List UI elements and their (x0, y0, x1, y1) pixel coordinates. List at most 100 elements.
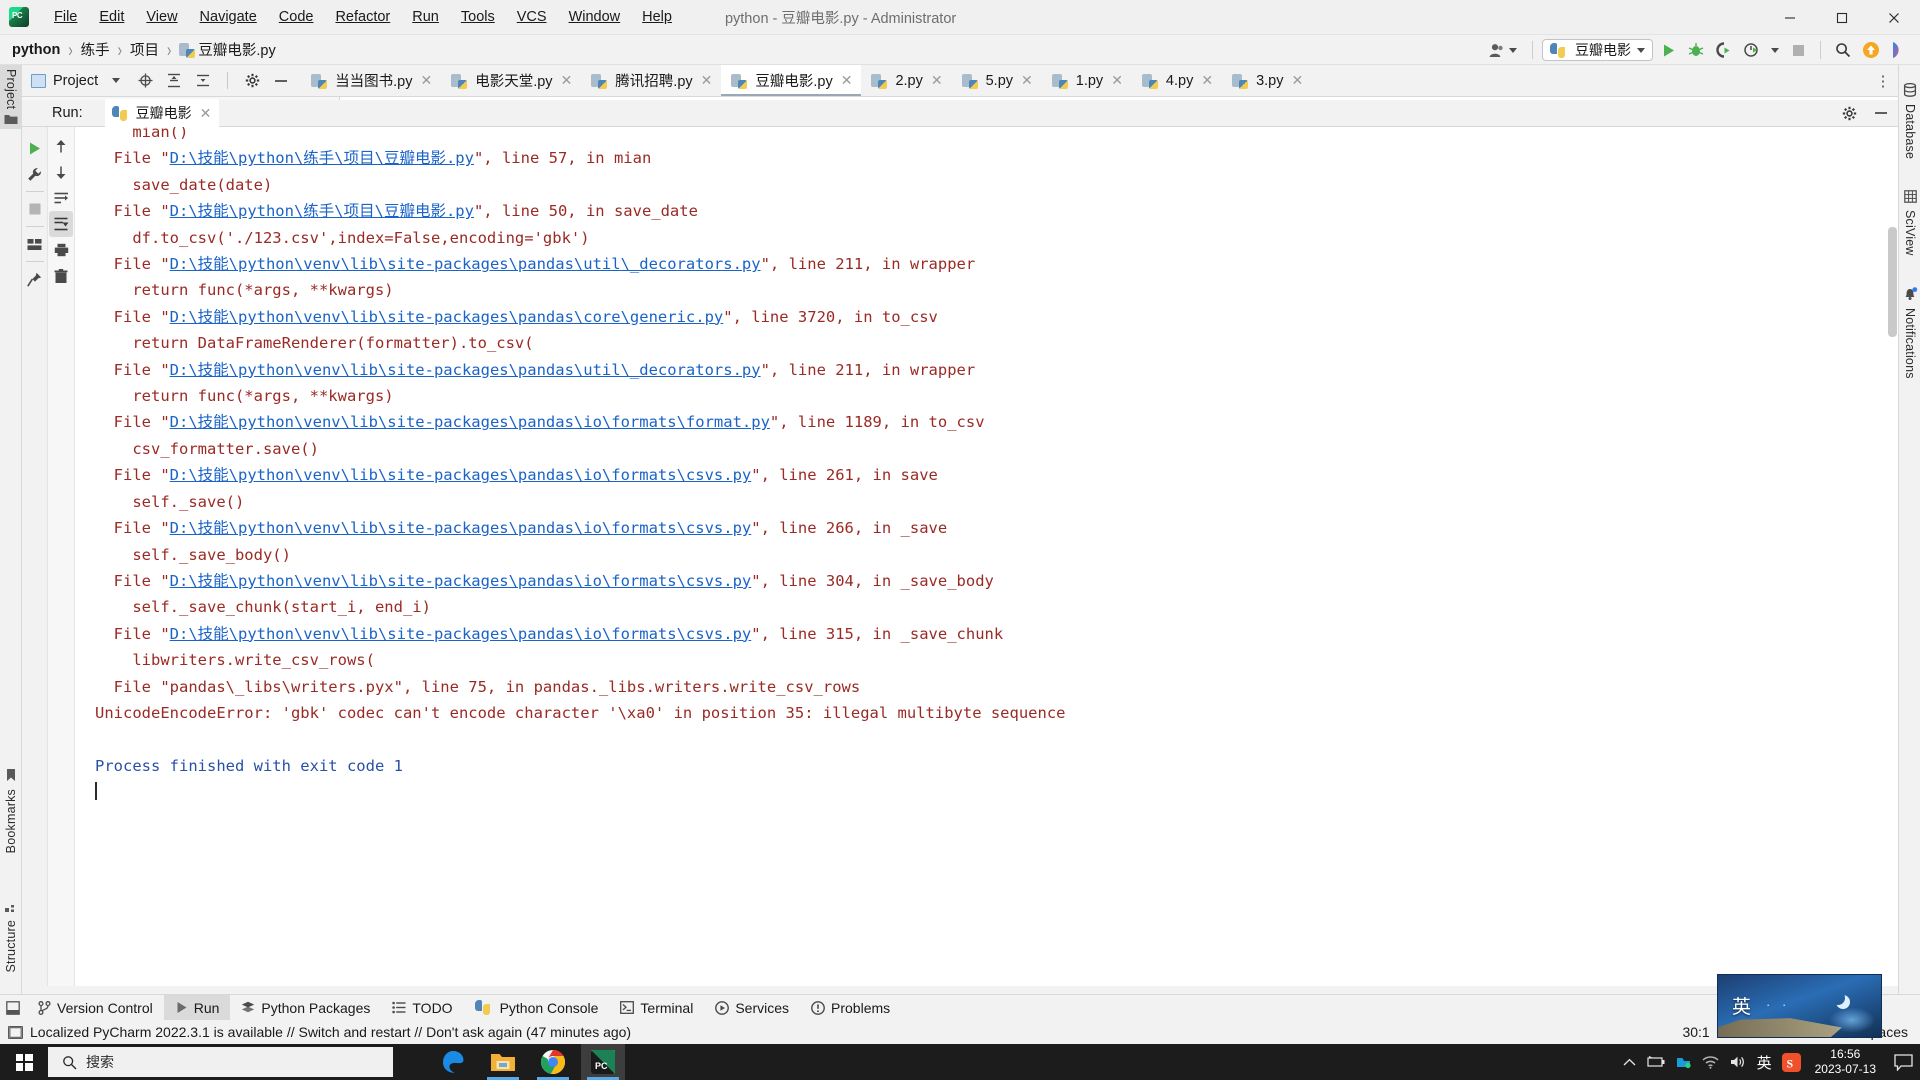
hide-run-panel-button[interactable] (1870, 102, 1892, 124)
tab-close-icon[interactable]: ✕ (931, 72, 943, 89)
taskbar-app-pycharm[interactable]: PC (581, 1044, 625, 1080)
pin-tab-button[interactable] (23, 266, 47, 292)
action-center-button[interactable] (1886, 1044, 1920, 1080)
menu-help[interactable]: Help (631, 5, 683, 29)
sidebar-item-notifications[interactable]: Notifications (1899, 287, 1920, 383)
tray-wifi-button[interactable] (1697, 1044, 1724, 1080)
close-button[interactable] (1868, 0, 1920, 35)
sidebar-item-database[interactable]: Database (1899, 83, 1920, 163)
editor-tab-dangdang[interactable]: 当当图书.py ✕ (301, 65, 441, 96)
console-file-link[interactable]: D:\技能\python\练手\项目\豆瓣电影.py (170, 202, 474, 220)
breadcrumb-lianshou[interactable]: 练手 (81, 39, 110, 60)
editor-tab-1py[interactable]: 1.py ✕ (1042, 65, 1132, 96)
scroll-to-end-button[interactable] (49, 211, 73, 237)
edit-configurations-button[interactable] (23, 161, 47, 187)
menu-view[interactable]: View (135, 5, 188, 29)
profile-caret-icon[interactable] (1771, 47, 1779, 53)
notification-icon[interactable] (8, 1025, 23, 1039)
project-dropdown-icon[interactable] (105, 70, 127, 92)
bottom-tab-version-control[interactable]: Version Control (26, 995, 164, 1020)
print-button[interactable] (49, 237, 73, 263)
tab-close-icon[interactable]: ✕ (841, 72, 853, 89)
sidebar-item-bookmarks[interactable]: Bookmarks (0, 768, 22, 857)
editor-tab-2py[interactable]: 2.py ✕ (861, 65, 951, 96)
stop-button[interactable] (1785, 37, 1811, 63)
run-with-coverage-button[interactable] (1711, 37, 1737, 63)
breadcrumb-python[interactable]: python (12, 42, 60, 58)
menu-window[interactable]: Window (558, 5, 632, 29)
run-console-output[interactable]: mian() File "D:\技能\python\练手\项目\豆瓣电影.py"… (75, 127, 1898, 986)
taskbar-app-chrome[interactable] (531, 1044, 575, 1080)
bottom-tab-todo[interactable]: TODO (381, 995, 463, 1020)
minimize-button[interactable] (1764, 0, 1816, 35)
menu-code[interactable]: Code (268, 5, 325, 29)
collapse-all-button[interactable] (192, 70, 214, 92)
bottom-tab-python-packages[interactable]: Python Packages (230, 995, 381, 1020)
tray-expand-button[interactable] (1616, 1044, 1643, 1080)
menu-edit[interactable]: Edit (88, 5, 135, 29)
console-file-link[interactable]: D:\技能\python\练手\项目\豆瓣电影.py (170, 149, 474, 167)
tab-close-icon[interactable]: ✕ (701, 72, 713, 89)
tab-close-icon[interactable]: ✕ (561, 72, 573, 89)
account-button[interactable] (1483, 43, 1523, 58)
tray-sogou-button[interactable]: S (1778, 1044, 1805, 1080)
editor-tabs-more-button[interactable]: ⋮ (1872, 65, 1894, 97)
taskbar-clock[interactable]: 16:56 2023-07-13 (1805, 1047, 1886, 1077)
tab-close-icon[interactable]: ✕ (1201, 72, 1213, 89)
console-file-link[interactable]: D:\技能\python\venv\lib\site-packages\pand… (170, 466, 752, 484)
select-opened-file-button[interactable] (134, 70, 156, 92)
project-settings-button[interactable] (241, 70, 263, 92)
layout-button[interactable] (23, 231, 47, 257)
cursor-position[interactable]: 30:1 (1682, 1024, 1709, 1040)
run-tab-close-icon[interactable]: ✕ (200, 105, 212, 122)
status-message[interactable]: Localized PyCharm 2022.3.1 is available … (30, 1024, 631, 1040)
tab-close-icon[interactable]: ✕ (1021, 72, 1033, 89)
menu-run[interactable]: Run (401, 5, 450, 29)
debug-button[interactable] (1683, 37, 1709, 63)
previous-occurrence-button[interactable] (49, 133, 73, 159)
bottom-tab-problems[interactable]: Problems (800, 995, 901, 1020)
tool-windows-menu-button[interactable] (0, 995, 26, 1020)
tab-close-icon[interactable]: ✕ (1292, 72, 1304, 89)
run-settings-button[interactable] (1838, 102, 1860, 124)
menu-refactor[interactable]: Refactor (324, 5, 401, 29)
tray-ime-indicator[interactable]: 英 (1751, 1044, 1778, 1080)
console-file-link[interactable]: D:\技能\python\venv\lib\site-packages\pand… (170, 572, 752, 590)
bottom-tab-run[interactable]: Run (163, 995, 231, 1020)
menu-navigate[interactable]: Navigate (189, 5, 268, 29)
console-file-link[interactable]: D:\技能\python\venv\lib\site-packages\pand… (170, 308, 724, 326)
stop-process-button[interactable] (23, 196, 47, 222)
maximize-button[interactable] (1816, 0, 1868, 35)
breadcrumb-xiangmu[interactable]: 项目 (130, 39, 159, 60)
console-file-link[interactable]: D:\技能\python\venv\lib\site-packages\pand… (170, 361, 761, 379)
editor-tab-tengxun-zhaopin[interactable]: 腾讯招聘.py ✕ (581, 65, 721, 96)
sidebar-item-project[interactable]: Project (0, 65, 22, 130)
tray-battery-button[interactable] (1643, 1044, 1670, 1080)
expand-all-button[interactable] (163, 70, 185, 92)
menu-vcs[interactable]: VCS (506, 5, 558, 29)
ai-assistant-button[interactable] (1886, 37, 1912, 63)
console-file-link[interactable]: D:\技能\python\venv\lib\site-packages\pand… (170, 255, 761, 273)
editor-tab-3py[interactable]: 3.py ✕ (1222, 65, 1312, 96)
console-file-link[interactable]: D:\技能\python\venv\lib\site-packages\pand… (170, 625, 752, 643)
editor-tab-douban-movie[interactable]: 豆瓣电影.py ✕ (721, 65, 862, 96)
tab-close-icon[interactable]: ✕ (1111, 72, 1123, 89)
editor-tab-4py[interactable]: 4.py ✕ (1132, 65, 1222, 96)
run-configuration-selector[interactable]: 豆瓣电影 (1542, 39, 1653, 61)
taskbar-search-box[interactable]: 搜索 (48, 1047, 393, 1077)
clear-console-button[interactable] (49, 263, 73, 289)
sidebar-item-structure[interactable]: Structure (0, 901, 22, 977)
menu-file[interactable]: File (43, 5, 88, 29)
editor-tab-5py[interactable]: 5.py ✕ (952, 65, 1042, 96)
tray-onedrive-button[interactable] (1670, 1044, 1697, 1080)
tab-close-icon[interactable]: ✕ (420, 72, 432, 89)
ime-floating-widget[interactable]: 英 · · (1717, 974, 1882, 1038)
profile-button[interactable] (1739, 37, 1765, 63)
start-button[interactable] (0, 1044, 48, 1080)
console-scrollbar[interactable] (1888, 227, 1897, 337)
hide-panel-button[interactable] (270, 70, 292, 92)
console-file-link[interactable]: D:\技能\python\venv\lib\site-packages\pand… (170, 413, 770, 431)
breadcrumb-file[interactable]: 豆瓣电影.py (198, 39, 275, 60)
sidebar-item-sciview[interactable]: SciView (1899, 190, 1920, 260)
menu-tools[interactable]: Tools (450, 5, 506, 29)
